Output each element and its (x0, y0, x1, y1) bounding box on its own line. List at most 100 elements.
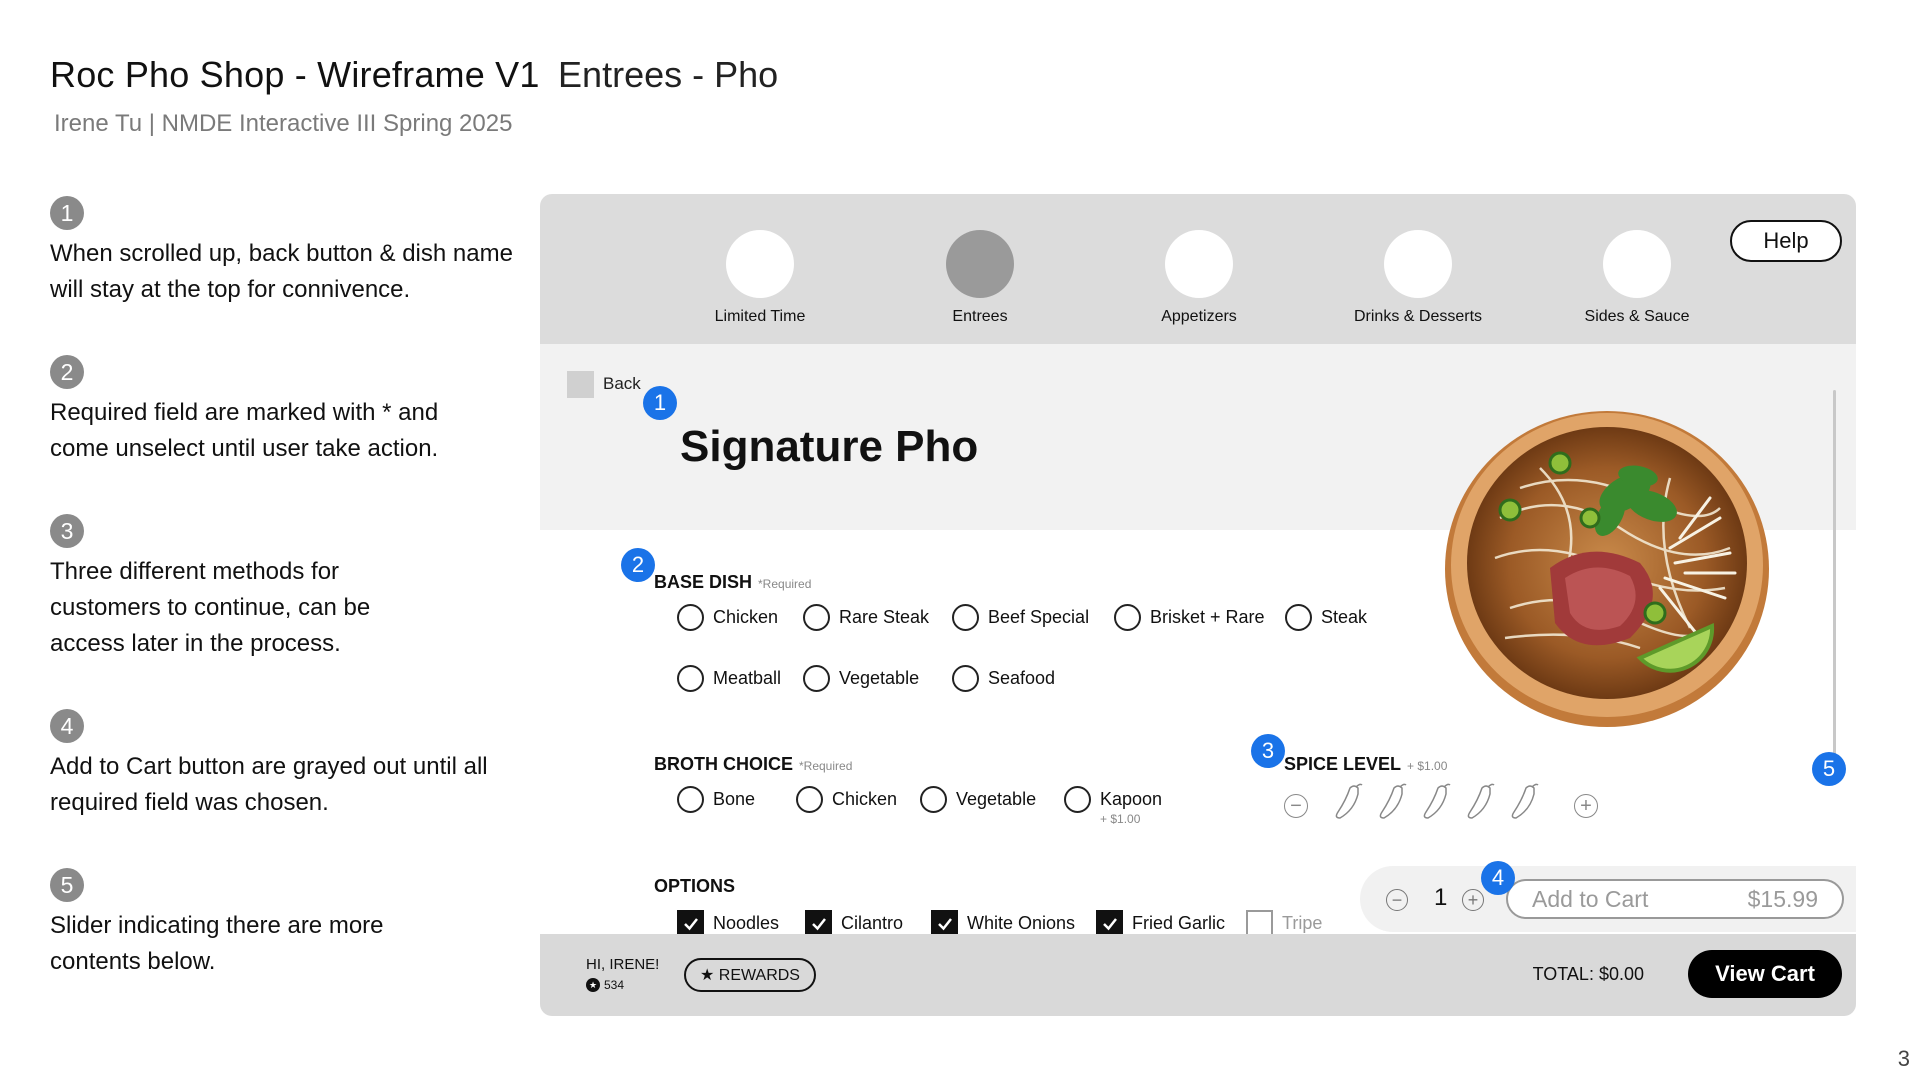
base-option-rare-steak[interactable]: Rare Steak (803, 604, 929, 631)
option-label: Chicken (713, 607, 779, 627)
add-to-cart-label: Add to Cart (1532, 885, 1649, 912)
radio-circle-icon[interactable] (1064, 786, 1091, 813)
rewards-button[interactable]: ★ REWARDS (684, 958, 816, 992)
radio-circle-icon[interactable] (677, 786, 704, 813)
base-dish-label: BASE DISH *Required (654, 572, 811, 593)
scroll-slider[interactable] (1833, 390, 1836, 770)
points-icon: ★ (586, 978, 600, 992)
option-tripe[interactable]: Tripe (1246, 910, 1322, 937)
category-label: Sides & Sauce (1584, 308, 1690, 325)
radio-circle-icon[interactable] (677, 665, 704, 692)
category-appetizers[interactable]: Appetizers (1099, 230, 1299, 326)
radio-circle-icon[interactable] (803, 604, 830, 631)
note-1: 1 When scrolled up, back button & dish n… (50, 196, 530, 308)
checkbox-checked-icon[interactable] (677, 910, 704, 937)
note-3: 3 Three different methods for customers … (50, 514, 530, 662)
category-entrees[interactable]: Entrees (880, 230, 1080, 326)
section-title: BASE DISH (654, 572, 753, 592)
add-to-cart-bar: − 1 + Add to Cart $15.99 (1360, 866, 1856, 932)
checkbox-icon[interactable] (1246, 910, 1273, 937)
annotation-badge-5: 5 (1812, 752, 1846, 786)
base-option-vegetable[interactable]: Vegetable (803, 665, 919, 692)
pepper-icon[interactable] (1506, 782, 1542, 822)
category-icon (946, 230, 1014, 298)
dish-title: Signature Pho (680, 422, 979, 471)
note-text: Slider indicating there are more content… (50, 912, 384, 975)
note-number: 3 (50, 514, 84, 548)
annotation-badge-4: 4 (1481, 861, 1515, 895)
base-option-brisket-rare[interactable]: Brisket + Rare (1114, 604, 1265, 631)
category-sides-sauce[interactable]: Sides & Sauce (1537, 230, 1737, 326)
category-icon (726, 230, 794, 298)
category-icon (1603, 230, 1671, 298)
checkbox-checked-icon[interactable] (931, 910, 958, 937)
category-icon (1165, 230, 1233, 298)
annotation-badge-2: 2 (621, 548, 655, 582)
back-button[interactable]: Back (603, 374, 641, 394)
radio-circle-icon[interactable] (1114, 604, 1141, 631)
radio-circle-icon[interactable] (796, 786, 823, 813)
pepper-icon[interactable] (1374, 782, 1410, 822)
add-to-cart-price: $15.99 (1747, 885, 1818, 912)
radio-circle-icon[interactable] (677, 604, 704, 631)
radio-circle-icon[interactable] (952, 665, 979, 692)
spice-price: + $1.00 (1407, 759, 1448, 773)
category-label: Appetizers (1161, 308, 1237, 325)
radio-circle-icon[interactable] (920, 786, 947, 813)
broth-option-bone[interactable]: Bone (677, 786, 755, 813)
option-noodles[interactable]: Noodles (677, 910, 779, 937)
add-to-cart-button[interactable]: Add to Cart $15.99 (1506, 879, 1844, 919)
option-label: Kapoon + $1.00 (1100, 786, 1162, 825)
option-label: Vegetable (839, 668, 920, 688)
pepper-icon[interactable] (1418, 782, 1454, 822)
kapoon-label: Kapoon (1100, 789, 1163, 809)
base-option-chicken[interactable]: Chicken (677, 604, 778, 631)
broth-option-vegetable[interactable]: Vegetable (920, 786, 1036, 813)
option-cilantro[interactable]: Cilantro (805, 910, 903, 937)
note-text: Add to Cart button are grayed out until … (50, 753, 488, 816)
option-white-onions[interactable]: White Onions (931, 910, 1075, 937)
quantity-decrease-icon[interactable]: − (1386, 889, 1408, 911)
checkbox-checked-icon[interactable] (1096, 910, 1123, 937)
category-drinks-desserts[interactable]: Drinks & Desserts (1318, 230, 1518, 326)
note-2: 2 Required field are marked with * and c… (50, 355, 530, 467)
pepper-icon[interactable] (1330, 782, 1366, 822)
note-number: 4 (50, 709, 84, 743)
radio-circle-icon[interactable] (952, 604, 979, 631)
option-label: Chicken (832, 789, 898, 809)
option-fried-garlic[interactable]: Fried Garlic (1096, 910, 1225, 937)
page-number: 3 (1897, 1046, 1910, 1071)
back-icon[interactable] (567, 371, 594, 398)
base-option-seafood[interactable]: Seafood (952, 665, 1055, 692)
spice-decrease-icon[interactable]: − (1284, 794, 1308, 818)
category-bar: Limited Time Entrees Appetizers Drinks &… (540, 194, 1856, 344)
view-cart-button[interactable]: View Cart (1688, 950, 1842, 998)
option-label: Rare Steak (839, 607, 930, 627)
slide-title-sub: Entrees - Pho (558, 54, 779, 95)
checkbox-checked-icon[interactable] (805, 910, 832, 937)
option-label: Steak (1321, 607, 1368, 627)
category-limited-time[interactable]: Limited Time (660, 230, 860, 326)
slide-title-row: Roc Pho Shop - Wireframe V1 Entrees - Ph… (50, 54, 778, 96)
base-option-steak[interactable]: Steak (1285, 604, 1367, 631)
pepper-icon[interactable] (1462, 782, 1498, 822)
options-label: OPTIONS (654, 876, 736, 896)
help-button[interactable]: Help (1730, 220, 1842, 262)
quantity-increase-icon[interactable]: + (1462, 889, 1484, 911)
base-option-beef-special[interactable]: Beef Special (952, 604, 1089, 631)
base-option-meatball[interactable]: Meatball (677, 665, 781, 692)
radio-circle-icon[interactable] (803, 665, 830, 692)
footer-bar: HI, IRENE! ★ 534 ★ REWARDS TOTAL: $0.00 … (540, 934, 1856, 1016)
annotation-badge-3: 3 (1251, 734, 1285, 768)
note-text: When scrolled up, back button & dish nam… (50, 240, 513, 303)
spice-increase-icon[interactable]: + (1574, 794, 1598, 818)
radio-circle-icon[interactable] (1285, 604, 1312, 631)
option-label: White Onions (967, 913, 1076, 933)
quantity-value: 1 (1434, 884, 1448, 911)
required-marker: *Required (758, 577, 812, 591)
broth-choice-label: BROTH CHOICE *Required (654, 754, 852, 775)
broth-option-chicken[interactable]: Chicken (796, 786, 897, 813)
broth-option-kapoon[interactable]: Kapoon + $1.00 (1064, 786, 1162, 825)
points-value: 534 (604, 978, 625, 992)
option-label: Cilantro (841, 913, 904, 933)
